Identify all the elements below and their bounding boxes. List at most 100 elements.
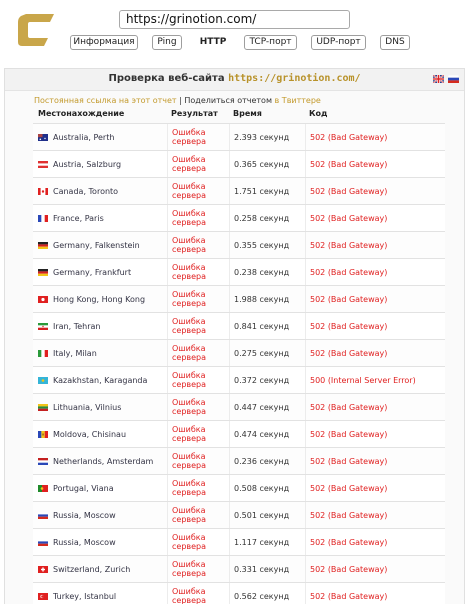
location-label: Netherlands, Amsterdam (53, 457, 154, 466)
time-cell: 0.331 секунд (229, 556, 305, 583)
netherlands-flag-icon (38, 458, 48, 465)
lithuania-flag-icon (38, 404, 48, 411)
location-cell: Austria, Salzburg (33, 151, 164, 178)
tab-udp-port[interactable]: UDP-порт (311, 35, 366, 50)
result-cell: Ошибка сервера (167, 259, 229, 286)
location-label: Moldova, Chisinau (53, 430, 127, 439)
time-cell: 1.988 секунд (229, 286, 305, 313)
location-label: Iran, Tehran (53, 322, 101, 331)
location-cell: Russia, Moscow (33, 502, 164, 529)
result-cell: Ошибка сервера (167, 205, 229, 232)
share-text: Поделиться отчетом (184, 96, 272, 105)
result-cell: Ошибка сервера (167, 529, 229, 556)
table-row: Germany, Falkenstein Ошибка сервера 0.355 … (33, 231, 445, 259)
title-prefix: Проверка веб-сайта (108, 73, 225, 84)
code-cell: 502 (Bad Gateway) (305, 529, 445, 556)
code-cell: 502 (Bad Gateway) (305, 421, 445, 448)
location-cell: Netherlands, Amsterdam (33, 448, 164, 475)
table-row: Russia, Moscow Ошибка сервера 0.501 секунд… (33, 501, 445, 529)
australia-flag-icon (38, 134, 48, 141)
tab-info[interactable]: Информация (70, 35, 138, 50)
result-cell: Ошибка сервера (167, 475, 229, 502)
ru-flag-icon[interactable] (448, 75, 459, 83)
code-cell: 502 (Bad Gateway) (305, 124, 445, 151)
location-cell: Germany, Frankfurt (33, 259, 164, 286)
location-label: Germany, Frankfurt (53, 268, 132, 277)
time-cell: 0.447 секунд (229, 394, 305, 421)
table-row: Switzerland, Zurich Ошибка сервера 0.331 с… (33, 555, 445, 583)
code-cell: 502 (Bad Gateway) (305, 259, 445, 286)
tab-dns[interactable]: DNS (380, 35, 410, 50)
uk-flag-icon[interactable] (433, 75, 444, 83)
table-row: Lithuania, Vilnius Ошибка сервера 0.447 се… (33, 393, 445, 421)
location-label: Italy, Milan (53, 349, 97, 358)
twitter-share-link[interactable]: в Твиттере (275, 96, 321, 105)
location-cell: Lithuania, Vilnius (33, 394, 164, 421)
table-row: Moldova, Chisinau Ошибка сервера 0.474 сек… (33, 420, 445, 448)
code-cell: 502 (Bad Gateway) (305, 583, 445, 604)
germany-flag-icon (38, 269, 48, 276)
code-cell: 500 (Internal Server Error) (305, 367, 445, 394)
table-row: Kazakhstan, Karaganda Ошибка сервера 0.372… (33, 366, 445, 394)
time-cell: 0.258 секунд (229, 205, 305, 232)
location-cell: Turkey, Istanbul (33, 583, 164, 604)
result-cell: Ошибка сервера (167, 583, 229, 604)
code-cell: 502 (Bad Gateway) (305, 232, 445, 259)
location-label: Germany, Falkenstein (53, 241, 140, 250)
location-cell: Canada, Toronto (33, 178, 164, 205)
hongkong-flag-icon (38, 296, 48, 303)
location-label: Australia, Perth (53, 133, 115, 142)
url-input[interactable]: https://grinotion.com/ (119, 10, 350, 29)
result-cell: Ошибка сервера (167, 124, 229, 151)
moldova-flag-icon (38, 431, 48, 438)
time-cell: 0.474 секунд (229, 421, 305, 448)
permalink-link[interactable]: Постоянная ссылка на этот отчет (34, 96, 177, 105)
tab-http[interactable]: HTTP (194, 35, 232, 50)
links-separator: | (179, 96, 182, 105)
title-site-link[interactable]: https://grinotion.com/ (228, 73, 360, 84)
code-cell: 502 (Bad Gateway) (305, 205, 445, 232)
col-code: Код (309, 109, 328, 118)
table-row: Germany, Frankfurt Ошибка сервера 0.238 се… (33, 258, 445, 286)
location-label: France, Paris (53, 214, 104, 223)
location-cell: Australia, Perth (33, 124, 164, 151)
tab-ping[interactable]: Ping (152, 35, 182, 50)
table-row: Russia, Moscow Ошибка сервера 1.117 секунд… (33, 528, 445, 556)
location-cell: Germany, Falkenstein (33, 232, 164, 259)
canada-flag-icon (38, 188, 48, 195)
col-time: Время (233, 109, 262, 118)
location-label: Lithuania, Vilnius (53, 403, 122, 412)
table-row: Canada, Toronto Ошибка сервера 1.751 секун… (33, 177, 445, 205)
table-header: Местонахождение Результат Время Код (33, 109, 445, 123)
check-type-tabs: Информация Ping HTTP TCP-порт UDP-порт D… (0, 35, 468, 51)
portugal-flag-icon (38, 485, 48, 492)
location-label: Russia, Moscow (53, 538, 116, 547)
report-links: Постоянная ссылка на этот отчет | Подели… (34, 96, 321, 105)
time-cell: 0.355 секунд (229, 232, 305, 259)
panel-header: Проверка веб-сайта https://grinotion.com… (5, 69, 464, 91)
result-cell: Ошибка сервера (167, 448, 229, 475)
result-cell: Ошибка сервера (167, 340, 229, 367)
location-cell: Italy, Milan (33, 340, 164, 367)
time-cell: 0.238 секунд (229, 259, 305, 286)
germany-flag-icon (38, 242, 48, 249)
code-cell: 502 (Bad Gateway) (305, 502, 445, 529)
code-cell: 502 (Bad Gateway) (305, 394, 445, 421)
italy-flag-icon (38, 350, 48, 357)
location-cell: Moldova, Chisinau (33, 421, 164, 448)
table-row: Netherlands, Amsterdam Ошибка сервера 0.23… (33, 447, 445, 475)
iran-flag-icon (38, 323, 48, 330)
code-cell: 502 (Bad Gateway) (305, 286, 445, 313)
location-label: Canada, Toronto (53, 187, 119, 196)
time-cell: 0.508 секунд (229, 475, 305, 502)
time-cell: 0.365 секунд (229, 151, 305, 178)
result-cell: Ошибка сервера (167, 178, 229, 205)
result-cell: Ошибка сервера (167, 421, 229, 448)
tab-tcp-port[interactable]: TCP-порт (244, 35, 297, 50)
result-cell: Ошибка сервера (167, 367, 229, 394)
table-row: Iran, Tehran Ошибка сервера 0.841 секунд 50… (33, 312, 445, 340)
russia-flag-icon (38, 512, 48, 519)
location-cell: Portugal, Viana (33, 475, 164, 502)
table-row: Portugal, Viana Ошибка сервера 0.508 секун… (33, 474, 445, 502)
code-cell: 502 (Bad Gateway) (305, 556, 445, 583)
